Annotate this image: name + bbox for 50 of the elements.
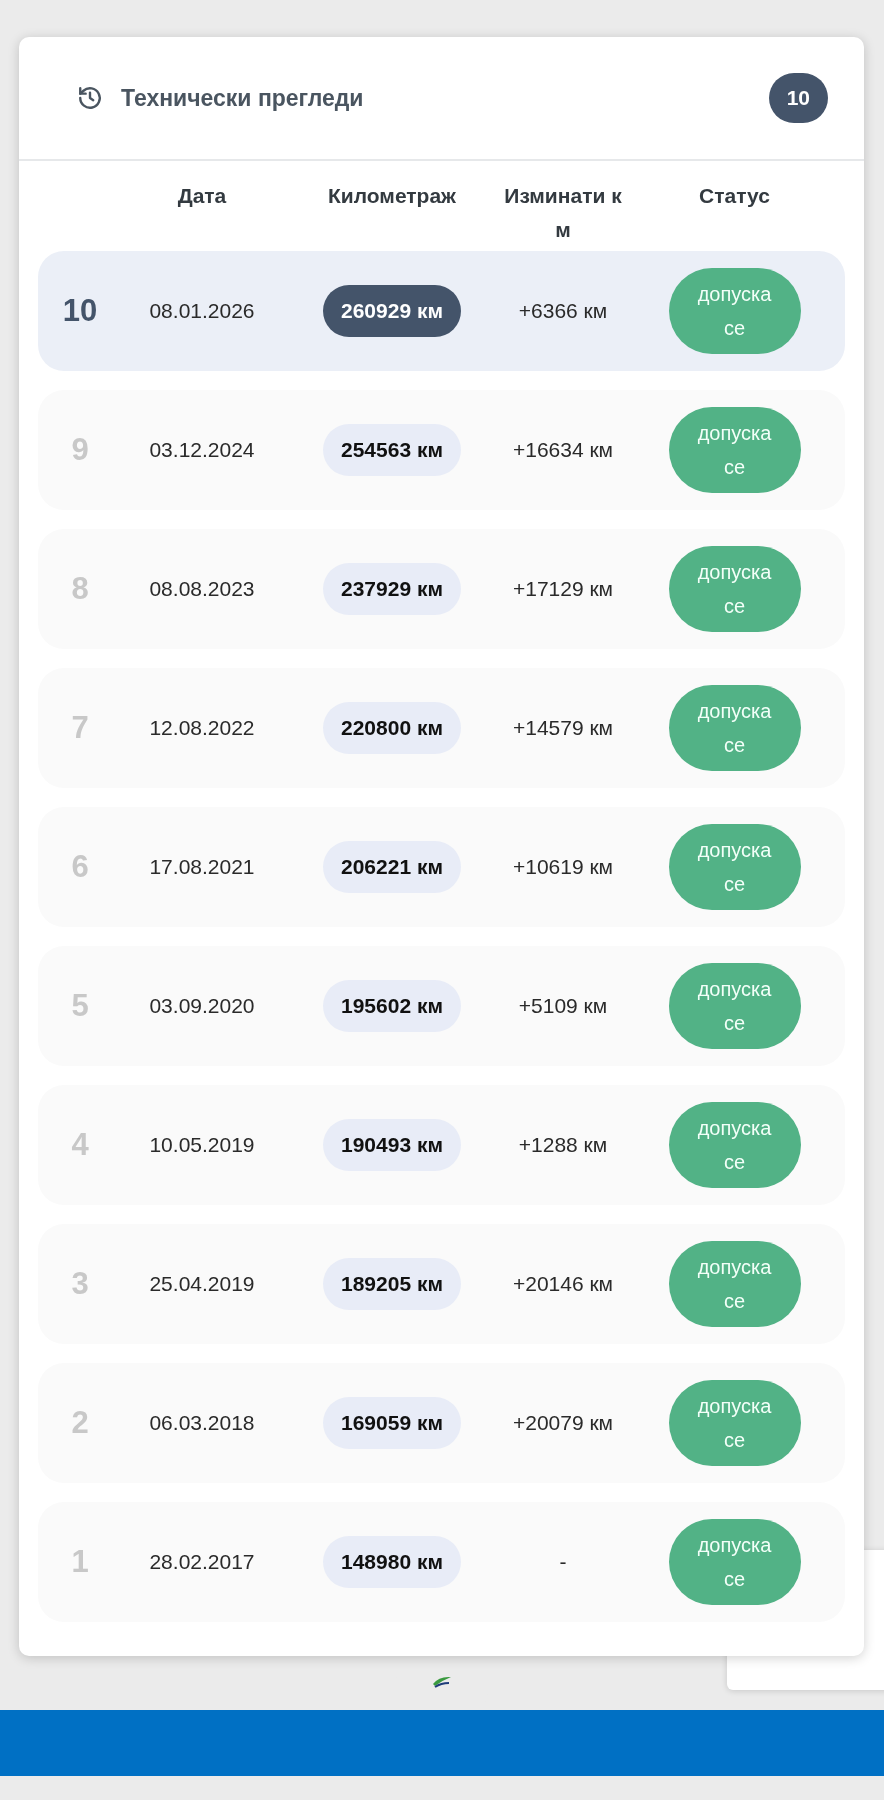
status-pill: допуска се: [668, 546, 801, 632]
date-cell: 03.09.2020: [149, 994, 255, 1018]
panel-title: Технически прегледи: [121, 84, 365, 112]
date-cell: 10.05.2019: [149, 1133, 255, 1157]
passed-cell: -: [559, 1550, 567, 1574]
passed-cell: +20146 км: [512, 1272, 614, 1296]
column-header: Изминати км: [503, 183, 623, 243]
mileage-pill: 206221 км: [323, 841, 461, 893]
status-pill: допуска се: [668, 268, 801, 354]
date-cell: 17.08.2021: [149, 855, 255, 879]
mileage-pill: 169059 км: [323, 1397, 461, 1449]
date-cell: 08.08.2023: [149, 577, 255, 601]
status-pill: допуска се: [668, 1519, 801, 1605]
mileage-pill: 260929 км: [323, 285, 461, 337]
column-header: Дата: [177, 183, 227, 209]
date-cell: 12.08.2022: [149, 716, 255, 740]
status-pill: допуска се: [668, 1102, 801, 1188]
status-pill: допуска се: [668, 685, 801, 771]
mileage-pill: 190493 км: [323, 1119, 461, 1171]
history-icon: [77, 85, 103, 111]
date-cell: 25.04.2019: [149, 1272, 255, 1296]
date-cell: 08.01.2026: [149, 299, 255, 323]
count-badge: 10: [768, 73, 828, 123]
status-pill: допуска се: [668, 1380, 801, 1466]
row-number: 10: [62, 293, 98, 329]
mileage-pill: 189205 км: [323, 1258, 461, 1310]
passed-cell: +1288 км: [518, 1133, 608, 1157]
passed-cell: +14579 км: [512, 716, 614, 740]
status-pill: допуска се: [668, 1241, 801, 1327]
status-pill: допуска се: [668, 824, 801, 910]
passed-cell: +10619 км: [512, 855, 614, 879]
mileage-pill: 195602 км: [323, 980, 461, 1032]
passed-cell: +16634 км: [512, 438, 614, 462]
passed-cell: +17129 км: [512, 577, 614, 601]
column-header: Статус: [699, 183, 770, 209]
date-cell: 06.03.2018: [149, 1411, 255, 1435]
status-pill: допуска се: [668, 963, 801, 1049]
mileage-pill: 254563 км: [323, 424, 461, 476]
passed-cell: +6366 км: [518, 299, 608, 323]
status-pill: допуска се: [668, 407, 801, 493]
column-header: Километраж: [328, 183, 456, 209]
date-cell: 28.02.2017: [149, 1550, 255, 1574]
leaf-icon: [431, 1674, 453, 1688]
date-cell: 03.12.2024: [149, 438, 255, 462]
mileage-pill: 220800 км: [323, 702, 461, 754]
passed-cell: +5109 км: [518, 994, 608, 1018]
mileage-pill: 237929 км: [323, 563, 461, 615]
passed-cell: +20079 км: [512, 1411, 614, 1435]
mileage-pill: 148980 км: [323, 1536, 461, 1588]
inspection-row[interactable]: 10 08.01.2026 260929 км +6366 км допуска се: [38, 251, 845, 371]
